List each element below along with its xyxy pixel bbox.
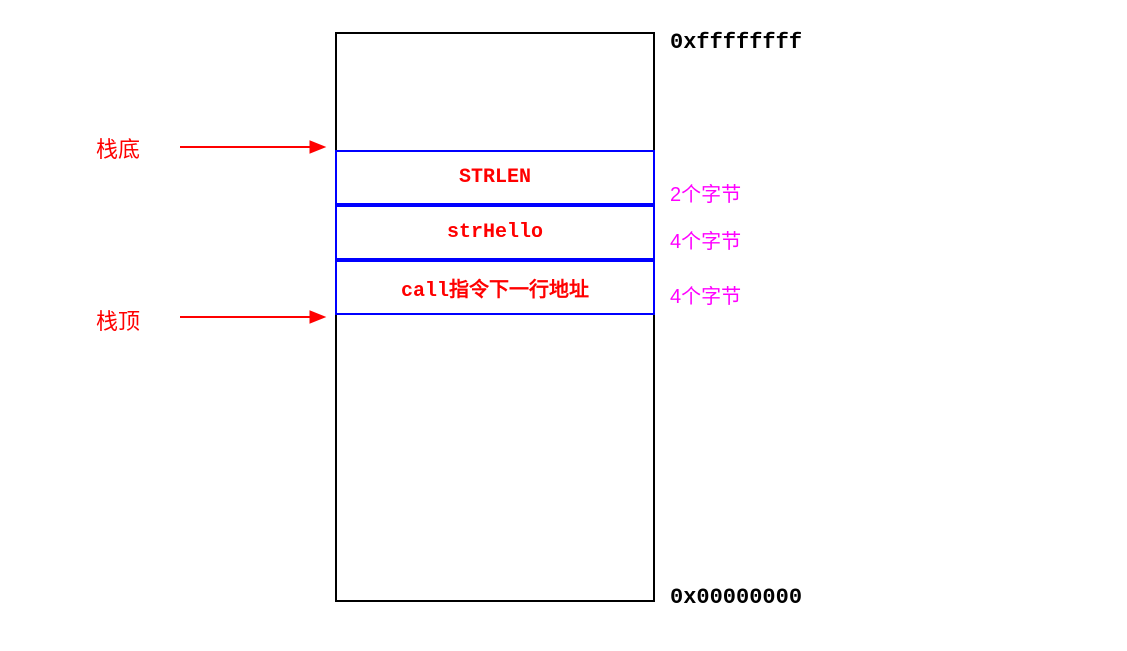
stack-row-label: call指令下一行地址 [401,273,589,303]
size-label-strlen: 2个字节 [670,178,741,207]
address-high-label: 0xffffffff [670,30,802,55]
size-label-call: 4个字节 [670,280,741,309]
address-low-label: 0x00000000 [670,585,802,610]
size-label-strhello: 4个字节 [670,225,741,254]
stack-row-strlen: STRLEN [335,150,655,205]
arrow-stack-top-icon [180,305,330,330]
stack-memory-box [335,32,655,602]
stack-top-pointer-label: 栈顶 [96,304,140,336]
stack-row-call-addr: call指令下一行地址 [335,260,655,315]
stack-row-strhello: strHello [335,205,655,260]
stack-row-label: strHello [447,221,543,244]
stack-bottom-pointer-label: 栈底 [96,132,140,164]
diagram-canvas: STRLEN strHello call指令下一行地址 0xffffffff 0… [0,0,1127,651]
arrow-stack-bottom-icon [180,135,330,160]
stack-row-label: STRLEN [459,166,531,189]
